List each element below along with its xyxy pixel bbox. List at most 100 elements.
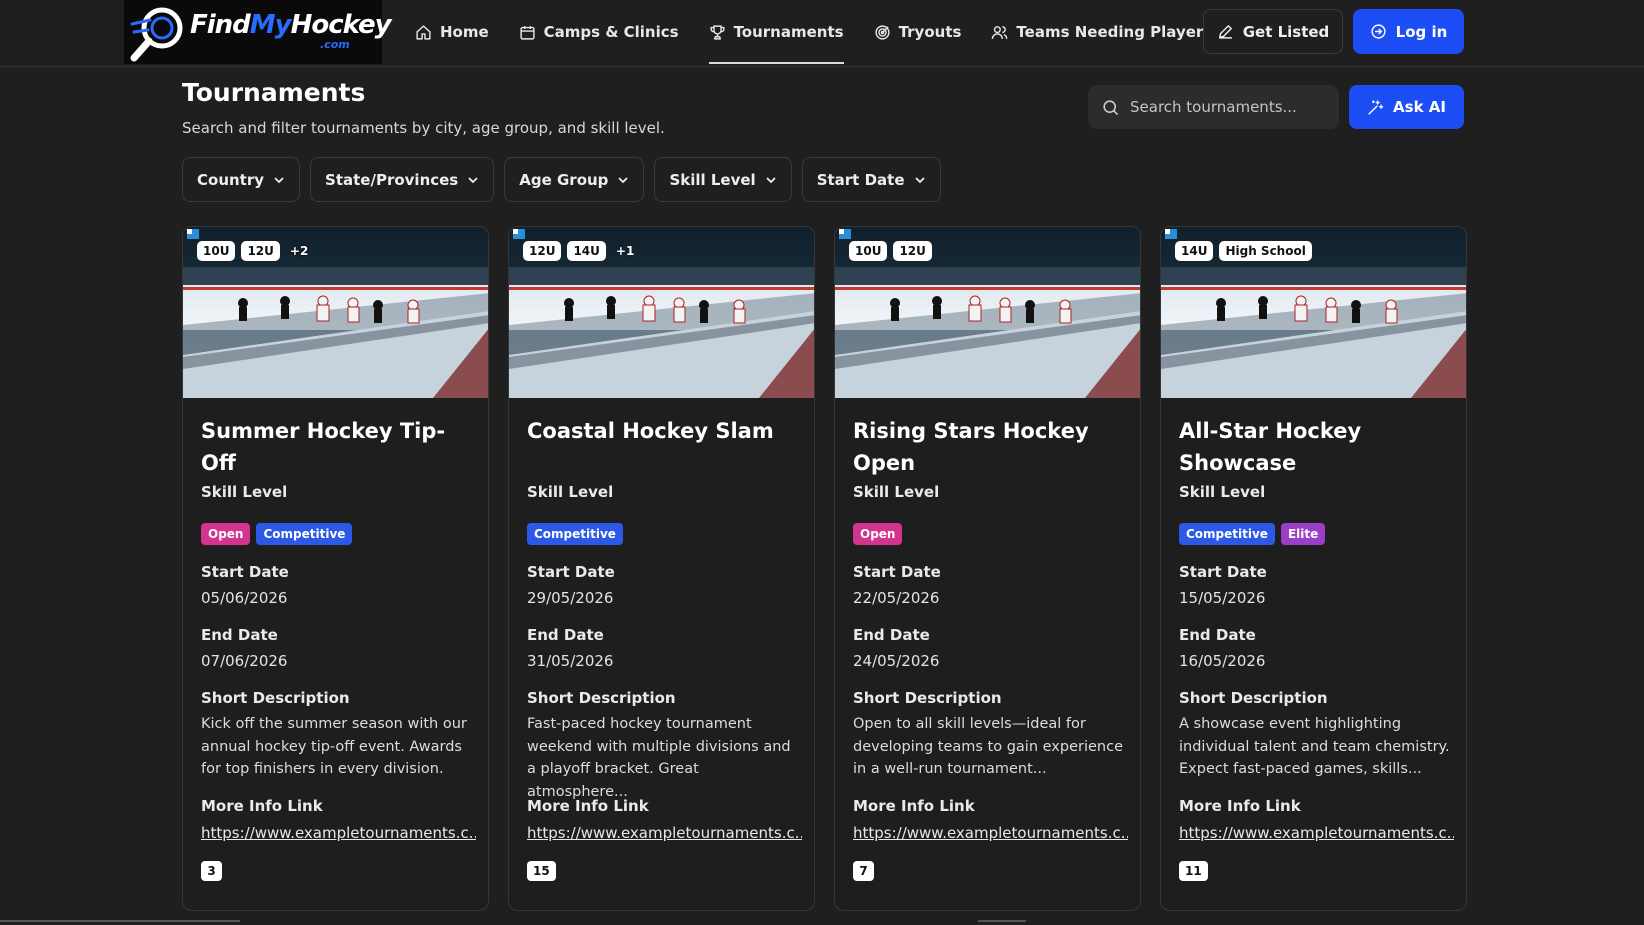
end-date-value: 31/05/2026 [527, 652, 614, 670]
age-tag: 10U [197, 241, 236, 261]
tournament-title[interactable]: Summer Hockey Tip-Off [201, 415, 476, 479]
skill-badges: Competitive [527, 523, 623, 545]
end-date-value: 07/06/2026 [201, 652, 288, 670]
short-description-label: Short Description [1179, 689, 1328, 707]
nav-camps-clinics[interactable]: Camps & Clinics [504, 0, 694, 64]
filter-bar: Country State/Provinces Age Group Skill … [182, 157, 941, 202]
more-info-label: More Info Link [1179, 797, 1301, 815]
card-image: 10U 12U [835, 227, 1140, 398]
count-badge: 11 [1179, 861, 1208, 881]
age-tag: 14U [567, 241, 606, 261]
more-info-link[interactable]: https://www.exampletournaments.c... [1179, 824, 1454, 842]
skill-badges: Open Competitive [201, 523, 353, 545]
home-icon [416, 24, 431, 40]
more-info-link[interactable]: https://www.exampletournaments.c... [853, 824, 1128, 842]
tournament-title[interactable]: Rising Stars Hockey Open [853, 415, 1128, 479]
skill-badge: Competitive [256, 523, 353, 545]
skill-badge: Competitive [527, 523, 623, 545]
more-info-link[interactable]: https://www.exampletournaments.c... [527, 824, 802, 842]
start-date-value: 15/05/2026 [1179, 589, 1266, 607]
more-age-tags: +2 [289, 244, 309, 258]
users-icon [992, 25, 1008, 39]
age-tag: 12U [893, 241, 932, 261]
skill-badge: Elite [1280, 523, 1326, 545]
nav-tournaments[interactable]: Tournaments [694, 0, 859, 64]
more-info-link[interactable]: https://www.exampletournaments.c... [201, 824, 476, 842]
filter-age-group[interactable]: Age Group [504, 157, 645, 202]
search-input[interactable] [1130, 98, 1320, 116]
end-date-value: 24/05/2026 [853, 652, 940, 670]
tournament-card[interactable]: 12U 14U +1 Coastal Hockey Slam Skill Level… [508, 226, 815, 911]
skill-badge: Competitive [1179, 523, 1275, 545]
start-date-value: 29/05/2026 [527, 589, 614, 607]
chevron-down-icon [766, 176, 776, 183]
ask-ai-button[interactable]: Ask AI [1349, 85, 1464, 129]
card-image: 10U 12U +2 [183, 227, 488, 398]
chevron-down-icon [914, 176, 925, 183]
brand-domain: .com [320, 38, 350, 51]
more-info-label: More Info Link [527, 797, 649, 815]
count-badge: 7 [853, 861, 874, 881]
filter-state-provinces[interactable]: State/Provinces [310, 157, 495, 202]
nav-teams-needing-players[interactable]: Teams Needing Players [976, 0, 1227, 64]
nav-home[interactable]: Home [400, 0, 504, 64]
short-description-label: Short Description [853, 689, 1002, 707]
search-icon [1103, 99, 1119, 115]
tournament-card[interactable]: 10U 12U Rising Stars Hockey Open Skill Le… [834, 226, 1141, 911]
end-date-value: 16/05/2026 [1179, 652, 1266, 670]
flag-icon [187, 229, 199, 239]
start-date-value: 22/05/2026 [853, 589, 940, 607]
start-date-label: Start Date [1179, 563, 1267, 581]
short-description: Kick off the summer season with our annu… [201, 716, 467, 777]
card-image: 12U 14U +1 [509, 227, 814, 398]
nav-tryouts[interactable]: Tryouts [859, 0, 977, 64]
flag-icon [513, 229, 525, 239]
end-date-label: End Date [527, 626, 604, 644]
flag-icon [1165, 229, 1177, 239]
get-listed-button[interactable]: Get Listed [1203, 9, 1343, 54]
tournament-card[interactable]: 14U High School All-Star Hockey Showcase … [1160, 226, 1467, 911]
trophy-icon [709, 24, 725, 40]
age-tags: 14U High School [1175, 241, 1312, 261]
start-date-label: Start Date [853, 563, 941, 581]
age-tag: 12U [523, 241, 562, 261]
brand-name: FindMyHockey [190, 10, 392, 40]
hockey-puck-logo-icon [130, 7, 183, 62]
tournament-card[interactable]: 10U 12U +2 Summer Hockey Tip-Off Skill Lev… [182, 226, 489, 911]
skill-level-label: Skill Level [1179, 483, 1266, 501]
filter-start-date[interactable]: Start Date [801, 157, 941, 202]
calendar-icon [520, 25, 535, 40]
page-subtitle: Search and filter tournaments by city, a… [182, 119, 665, 137]
filter-skill-level[interactable]: Skill Level [654, 157, 792, 202]
age-tag: High School [1219, 241, 1312, 261]
filter-country[interactable]: Country [182, 157, 301, 202]
skill-badge: Open [853, 523, 903, 545]
skill-level-label: Skill Level [527, 483, 614, 501]
age-tags: 12U 14U +1 [523, 241, 638, 261]
more-info-label: More Info Link [201, 797, 323, 815]
short-description-label: Short Description [201, 689, 350, 707]
age-tags: 10U 12U +2 [197, 241, 312, 261]
skill-badges: Competitive Elite [1179, 523, 1326, 545]
chevron-down-icon [274, 176, 284, 183]
scroll-indicator [978, 920, 1026, 922]
age-tags: 10U 12U [849, 241, 932, 261]
findmyhockey-logo[interactable]: FindMyHockey .com [124, 0, 392, 64]
card-image: 14U High School [1161, 227, 1466, 398]
search-box[interactable] [1088, 85, 1339, 129]
tournament-title[interactable]: Coastal Hockey Slam [527, 415, 802, 447]
skill-level-label: Skill Level [853, 483, 940, 501]
more-age-tags: +1 [615, 244, 635, 258]
short-description: Open to all skill levels—ideal for devel… [853, 716, 1123, 777]
start-date-label: Start Date [201, 563, 289, 581]
main-nav: Home Camps & Clinics Tournaments Tryouts… [400, 0, 1227, 64]
scroll-indicator [0, 920, 240, 922]
login-icon [1371, 24, 1386, 39]
end-date-label: End Date [1179, 626, 1256, 644]
count-badge: 3 [201, 861, 222, 881]
chevron-down-icon [618, 176, 629, 183]
login-button[interactable]: Log in [1353, 9, 1464, 54]
tournament-title[interactable]: All-Star Hockey Showcase [1179, 415, 1454, 479]
sparkle-wand-icon [1368, 99, 1384, 115]
short-description-label: Short Description [527, 689, 676, 707]
